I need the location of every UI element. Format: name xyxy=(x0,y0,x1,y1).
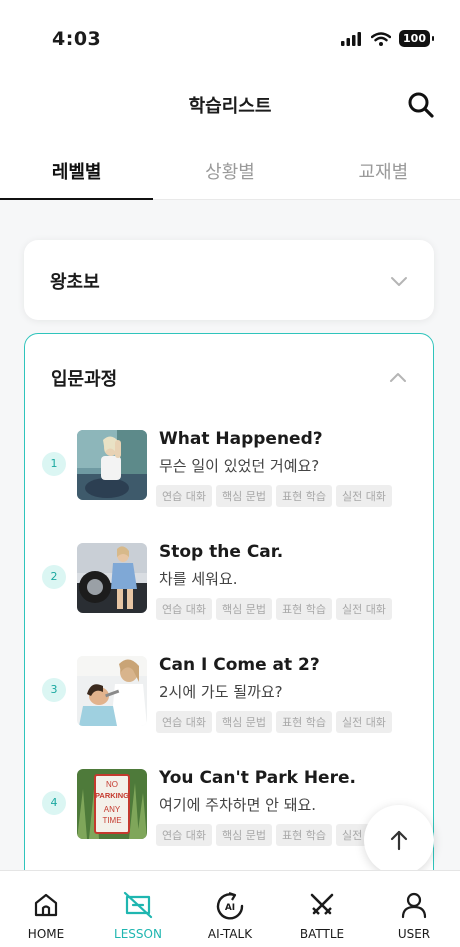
lesson-thumbnail xyxy=(77,430,147,500)
tag-expression: 표현 학습 xyxy=(275,598,332,620)
lesson-thumbnail: NO PARKING ANY TIME xyxy=(77,769,147,839)
section-card-beginner[interactable]: 왕초보 xyxy=(24,240,434,320)
tag-key-grammar: 핵심 문법 xyxy=(215,598,272,620)
lesson-title-en: What Happened? xyxy=(159,429,323,449)
nav-user[interactable]: USER xyxy=(368,871,460,947)
tab-situation[interactable]: 상황별 xyxy=(153,145,306,199)
lesson-title-ko: 여기에 주차하면 안 돼요. xyxy=(159,796,317,814)
tag-practice-dialogue: 연습 대화 xyxy=(156,598,212,620)
tag-expression: 표현 학습 xyxy=(275,485,332,507)
tag-expression: 표현 학습 xyxy=(275,711,332,733)
arrow-up-icon xyxy=(390,830,408,851)
category-tabs: 레벨별 상황별 교재별 xyxy=(0,145,460,201)
tag-real-dialogue: 실전 대화 xyxy=(335,711,392,733)
lesson-number-badge: 3 xyxy=(42,678,66,702)
nav-user-label: USER xyxy=(397,927,431,941)
chevron-down-icon[interactable] xyxy=(388,270,410,292)
lesson-item[interactable]: 1 What Happened? 무슨 일이 있었던 거예요? 연습 대화 핵심… xyxy=(25,429,433,530)
lesson-item[interactable]: 3 Can I Come at 2? 2시에 가도 될까요? 연습 대화 핵심 … xyxy=(25,655,433,756)
home-icon xyxy=(34,893,58,917)
nav-home[interactable]: HOME xyxy=(0,871,92,947)
lesson-tags: 연습 대화 핵심 문법 표현 학습 실전 대화 xyxy=(156,824,392,846)
lesson-tags: 연습 대화 핵심 문법 표현 학습 실전 대화 xyxy=(156,711,392,733)
woman-by-tire-photo xyxy=(77,543,147,613)
tag-key-grammar: 핵심 문법 xyxy=(215,824,272,846)
bottom-nav: HOME LESSON AI AI-TALK BATTLE USER xyxy=(0,870,460,947)
wifi-icon xyxy=(371,31,392,46)
tag-real-dialogue: 실전 대화 xyxy=(335,485,392,507)
ai-talk-icon: AI xyxy=(216,891,244,920)
lesson-number-badge: 2 xyxy=(42,565,66,589)
signal-icon xyxy=(341,31,362,46)
search-icon[interactable] xyxy=(406,90,436,120)
tag-real-dialogue: 실전 대화 xyxy=(335,598,392,620)
lesson-icon xyxy=(123,891,153,919)
chevron-up-icon[interactable] xyxy=(387,367,409,389)
status-bar: 4:03 100 xyxy=(0,0,460,80)
battle-swords-icon xyxy=(310,893,334,915)
section-card-introductory: 입문과정 1 What Happened? 무슨 일이 있었던 거예요? 연습 … xyxy=(24,333,434,870)
lesson-title-en: Can I Come at 2? xyxy=(159,655,320,675)
lesson-title-en: Stop the Car. xyxy=(159,542,284,562)
nav-battle-label: BATTLE xyxy=(299,927,345,941)
tag-practice-dialogue: 연습 대화 xyxy=(156,711,212,733)
lesson-list-area: 왕초보 입문과정 1 What Happened? 무슨 일이 있었던 거예요?… xyxy=(0,200,460,870)
section-title: 왕초보 xyxy=(50,272,100,293)
tag-expression: 표현 학습 xyxy=(275,824,332,846)
lesson-title-ko: 차를 세워요. xyxy=(159,570,238,588)
tag-key-grammar: 핵심 문법 xyxy=(215,485,272,507)
lesson-thumbnail xyxy=(77,656,147,726)
no-parking-sign-photo: NO PARKING ANY TIME xyxy=(77,769,147,839)
lesson-title-en: You Can't Park Here. xyxy=(159,768,356,788)
scroll-top-button[interactable] xyxy=(364,805,434,870)
nav-home-label: HOME xyxy=(27,927,65,941)
svg-text:TIME: TIME xyxy=(102,816,121,825)
user-icon xyxy=(401,892,427,919)
app-header: 학습리스트 xyxy=(0,80,460,130)
lesson-title-ko: 무슨 일이 있었던 거예요? xyxy=(159,457,320,475)
tag-key-grammar: 핵심 문법 xyxy=(215,711,272,733)
svg-text:PARKING: PARKING xyxy=(95,791,129,800)
nav-battle[interactable]: BATTLE xyxy=(276,871,368,947)
nav-ai-talk-label: AI-TALK xyxy=(207,927,253,941)
tag-practice-dialogue: 연습 대화 xyxy=(156,824,212,846)
lesson-item[interactable]: 2 Stop the Car. 차를 세워요. 연습 대화 핵심 문법 표현 학… xyxy=(25,542,433,643)
lesson-title-ko: 2시에 가도 될까요? xyxy=(159,683,283,701)
tag-practice-dialogue: 연습 대화 xyxy=(156,485,212,507)
tab-textbook[interactable]: 교재별 xyxy=(307,145,460,199)
svg-text:AI: AI xyxy=(225,903,235,913)
svg-text:NO: NO xyxy=(106,780,118,789)
nav-lesson[interactable]: LESSON xyxy=(92,871,184,947)
status-icons: 100 xyxy=(341,30,434,47)
section-title: 입문과정 xyxy=(51,369,118,390)
tab-level[interactable]: 레벨별 xyxy=(0,145,154,201)
nav-lesson-label: LESSON xyxy=(114,927,162,941)
lesson-number-badge: 1 xyxy=(42,452,66,476)
lesson-thumbnail xyxy=(77,543,147,613)
lesson-tags: 연습 대화 핵심 문법 표현 학습 실전 대화 xyxy=(156,485,392,507)
page-title: 학습리스트 xyxy=(188,96,272,117)
svg-text:ANY: ANY xyxy=(104,805,121,814)
battery-indicator: 100 xyxy=(399,30,434,47)
woman-at-car-photo xyxy=(77,430,147,500)
lesson-number-badge: 4 xyxy=(42,791,66,815)
status-time: 4:03 xyxy=(52,28,102,50)
dentist-photo xyxy=(77,656,147,726)
nav-ai-talk[interactable]: AI AI-TALK xyxy=(184,871,276,947)
lesson-tags: 연습 대화 핵심 문법 표현 학습 실전 대화 xyxy=(156,598,392,620)
